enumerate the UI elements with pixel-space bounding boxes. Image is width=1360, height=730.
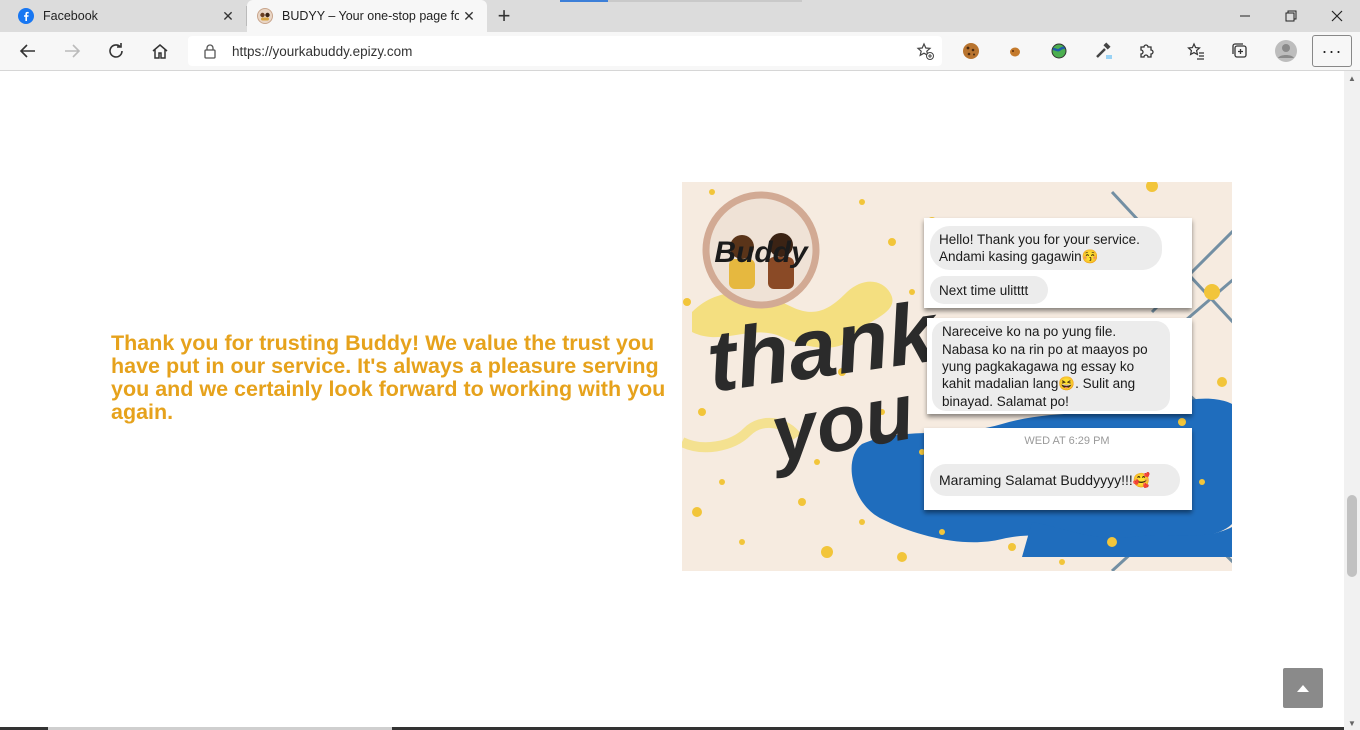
tab-drag-indicator — [608, 0, 802, 2]
settings-menu-button[interactable]: ··· — [1312, 35, 1352, 67]
restore-button[interactable] — [1268, 0, 1314, 32]
chat2-line1: Nareceive ko na po yung file. — [942, 324, 1116, 339]
scrollbar-thumb[interactable] — [1347, 495, 1357, 577]
chat1-line2: Andami kasing gagawin😚 — [939, 249, 1098, 264]
chat2-line4: kahit madalian lang😆. Sulit ang — [942, 376, 1135, 391]
facebook-icon — [18, 8, 34, 24]
address-bar[interactable]: https://yourkabuddy.epizy.com — [188, 36, 942, 66]
scroll-up-arrow-icon[interactable]: ▲ — [1344, 71, 1360, 85]
globe-extension-icon — [1051, 43, 1067, 59]
close-icon — [1331, 10, 1343, 22]
arrow-left-icon — [19, 44, 35, 58]
address-url[interactable]: https://yourkabuddy.epizy.com — [232, 44, 412, 59]
favorites-star-icon — [1187, 42, 1204, 60]
minimize-button[interactable] — [1222, 0, 1268, 32]
browser-toolbar: https://yourkabuddy.epizy.com ··· — [0, 32, 1360, 71]
close-icon[interactable]: ✕ — [218, 6, 238, 26]
tab-title: Facebook — [43, 9, 98, 23]
extension-blob-icon — [1010, 47, 1020, 57]
extension-button[interactable] — [1000, 36, 1030, 66]
lock-icon[interactable] — [202, 43, 218, 59]
back-to-top-button[interactable] — [1283, 668, 1323, 708]
chat3-timestamp: WED AT 6:29 PM — [1024, 435, 1109, 447]
eyedropper-icon — [1096, 42, 1112, 59]
customer-feedback-image: Buddy thank you Hello! Thank you for you… — [682, 182, 1232, 571]
tab-facebook[interactable]: Facebook ✕ — [0, 0, 246, 32]
back-button[interactable] — [13, 36, 43, 66]
chat2-line3: yung pagkakagawa ng essay ko — [942, 359, 1134, 374]
home-icon — [152, 44, 168, 59]
web-page: Thank you for trusting Buddy! We value t… — [0, 71, 1344, 730]
svg-text:Buddy: Buddy — [714, 236, 809, 269]
extension-button[interactable] — [1088, 36, 1118, 66]
collections-button[interactable] — [1225, 36, 1255, 66]
tab-buddy[interactable]: BUDYY – Your one-stop page for ✕ — [247, 0, 487, 32]
more-dots-icon: ··· — [1321, 40, 1343, 61]
profile-button[interactable] — [1271, 36, 1301, 66]
tab-strip: Facebook ✕ BUDYY – Your one-stop page fo… — [0, 0, 1360, 32]
close-window-button[interactable] — [1314, 0, 1360, 32]
scroll-down-arrow-icon[interactable]: ▼ — [1344, 716, 1360, 730]
cookie-icon — [963, 43, 979, 59]
refresh-button[interactable] — [101, 36, 131, 66]
home-button[interactable] — [145, 36, 175, 66]
chevron-up-icon — [1297, 685, 1309, 692]
arrow-right-icon — [65, 44, 81, 58]
chat2-line5: binayad. Salamat po! — [942, 394, 1069, 409]
minimize-icon — [1240, 15, 1250, 17]
chat2-line2: Nabasa ko na rin po at maayos po — [942, 342, 1148, 357]
add-favorite-icon[interactable] — [916, 42, 934, 60]
chat1-reply: Next time ulitttt — [939, 283, 1029, 298]
restore-icon — [1285, 10, 1297, 22]
new-tab-button[interactable]: + — [492, 3, 516, 28]
thank-you-message: Thank you for trusting Buddy! We value t… — [111, 331, 666, 424]
chat3-message: Maraming Salamat Buddyyyy!!!🥰 — [939, 471, 1151, 489]
favorites-button[interactable] — [1181, 36, 1211, 66]
tab-title: BUDYY – Your one-stop page for — [282, 9, 459, 23]
collections-icon — [1232, 43, 1247, 58]
forward-button[interactable] — [57, 36, 87, 66]
tab-drag-indicator — [560, 0, 608, 2]
extensions-button[interactable] — [1132, 36, 1162, 66]
vertical-scrollbar[interactable]: ▲ ▼ — [1344, 71, 1360, 730]
buddy-favicon-icon — [257, 8, 273, 24]
puzzle-icon — [1140, 44, 1154, 58]
avatar — [1275, 40, 1297, 62]
close-icon[interactable]: ✕ — [459, 6, 479, 26]
chat1-line1: Hello! Thank you for your service. — [939, 232, 1140, 247]
extension-button[interactable] — [1044, 36, 1074, 66]
buddy-logo: Buddy — [702, 191, 820, 309]
extension-cookie-button[interactable] — [956, 36, 986, 66]
refresh-icon — [109, 43, 123, 58]
